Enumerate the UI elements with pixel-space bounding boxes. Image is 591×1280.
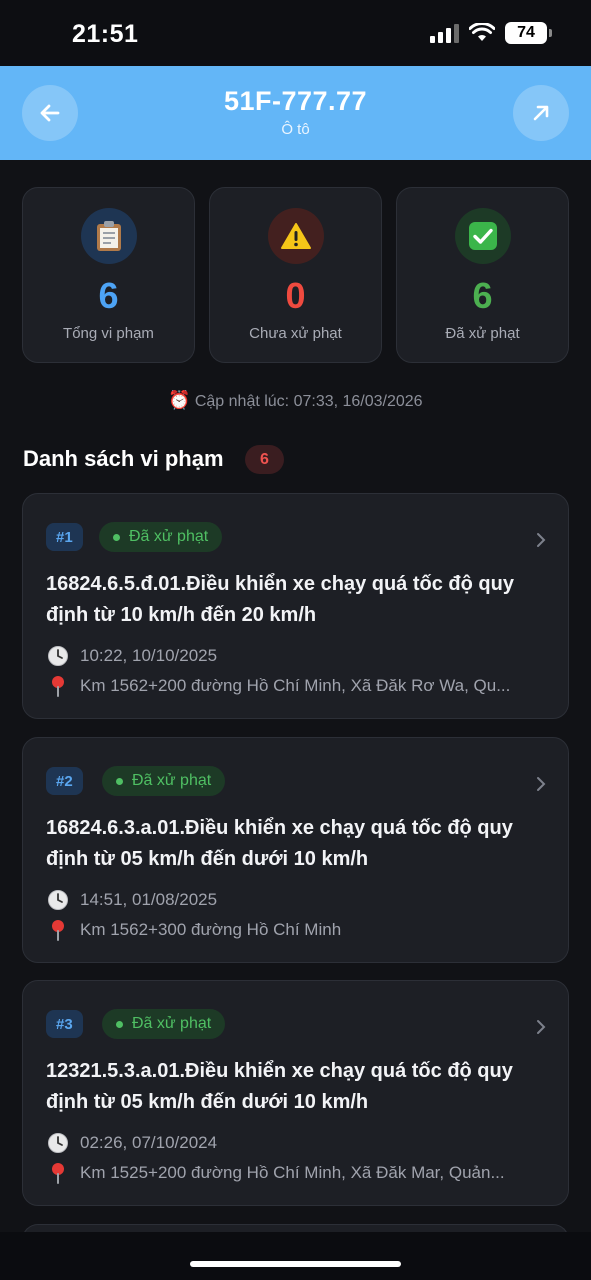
stat-unpaid-label: Chưa xử phạt [249,325,342,342]
status-dot [116,1020,123,1028]
open-external-button[interactable] [513,85,569,141]
app-header: 51F-777.77 Ô tô [0,66,591,160]
status-text: Đã xử phạt [132,772,212,789]
violation-location-text: Km 1562+200 đường Hồ Chí Minh, Xã Đăk Rơ… [80,676,511,695]
violation-card[interactable]: #1 Đã xử phạt 16824.6.5.đ.01.Điều khiển … [22,493,569,719]
stat-paid-value: 6 [472,275,493,316]
violation-location: Km 1525+200 đường Hồ Chí Minh, Xã Đăk Ma… [46,1162,546,1184]
wifi-icon [469,23,495,41]
violation-location-text: Km 1562+300 đường Hồ Chí Minh [80,920,342,939]
warning-icon [280,223,311,249]
violation-time: 10:22, 10/10/2025 [46,645,546,667]
status-badge: Đã xử phạt [99,522,223,552]
clock-icon [46,889,70,911]
violation-location: Km 1562+300 đường Hồ Chí Minh [46,919,546,941]
vehicle-type: Ô tô [281,121,310,138]
violation-title: 16824.6.5.đ.01.Điều khiển xe chạy quá tố… [46,573,514,626]
violation-time-text: 14:51, 01/08/2025 [80,890,218,909]
last-updated: ⏰ Cập nhật lúc: 07:33, 16/03/2026 [0,390,591,411]
violation-time-text: 10:22, 10/10/2025 [80,646,218,665]
home-indicator[interactable] [190,1261,401,1267]
battery-icon: 74 [505,22,552,44]
status-bar: 21:51 74 [0,0,591,66]
clipboard-icon [96,221,121,251]
last-updated-text: Cập nhật lúc: 07:33, 16/03/2026 [194,393,423,410]
location-pin-icon [46,1162,70,1184]
violation-index: #3 [46,1010,83,1038]
status-text: Đã xử phạt [129,528,209,545]
violation-location-text: Km 1525+200 đường Hồ Chí Minh, Xã Đăk Ma… [80,1163,505,1182]
violation-index: #2 [46,767,83,795]
status-badge: Đã xử phạt [102,1009,226,1039]
stats-summary: 6 Tổng vi phạm 0 Chưa xử phạt 6 Đã xử ph… [22,187,569,363]
stat-icon-circle [80,208,137,264]
status-dot [113,533,120,541]
stat-icon-circle [454,208,511,264]
status-badge: Đã xử phạt [102,766,226,796]
alarm-clock-icon: ⏰ [168,390,191,410]
stat-unpaid: 0 Chưa xử phạt [209,187,382,363]
bottom-safe-area [0,1232,591,1280]
violation-card[interactable]: #3 Đã xử phạt 12321.5.3.a.01.Điều khiển … [22,980,569,1206]
violation-time: 14:51, 01/08/2025 [46,889,546,911]
stat-unpaid-value: 0 [285,275,306,316]
violation-title: 12321.5.3.a.01.Điều khiển xe chạy quá tố… [46,1060,513,1113]
chevron-right-icon [537,1020,546,1034]
status-time: 21:51 [72,20,139,48]
stat-icon-circle [267,208,324,264]
violations-heading: Danh sách vi phạm [23,446,224,471]
violation-index: #1 [46,523,83,551]
stat-total-label: Tổng vi phạm [63,325,154,342]
violation-time-text: 02:26, 07/10/2024 [80,1133,218,1152]
battery-level: 74 [517,24,535,41]
arrow-up-right-icon [533,105,549,121]
check-icon [468,222,497,250]
violations-count-badge: 6 [245,445,284,474]
chevron-right-icon [537,533,546,547]
chevron-right-icon [537,777,546,791]
violation-time: 02:26, 07/10/2024 [46,1132,546,1154]
stat-total: 6 Tổng vi phạm [22,187,195,363]
cellular-signal-icon [430,23,459,43]
location-pin-icon [46,675,70,697]
status-dot [116,777,123,785]
violation-location: Km 1562+200 đường Hồ Chí Minh, Xã Đăk Rơ… [46,675,546,697]
status-text: Đã xử phạt [132,1015,212,1032]
plate-number: 51F-777.77 [223,86,368,116]
clock-icon [46,1132,70,1154]
stat-paid-label: Đã xử phạt [445,325,520,342]
stat-total-value: 6 [98,275,119,316]
location-pin-icon [46,919,70,941]
violation-title: 16824.6.3.a.01.Điều khiển xe chạy quá tố… [46,817,513,870]
stat-paid: 6 Đã xử phạt [396,187,569,363]
clock-icon [46,645,70,667]
violation-card[interactable]: #2 Đã xử phạt 16824.6.3.a.01.Điều khiển … [22,737,569,963]
status-icons: 74 [430,22,552,44]
